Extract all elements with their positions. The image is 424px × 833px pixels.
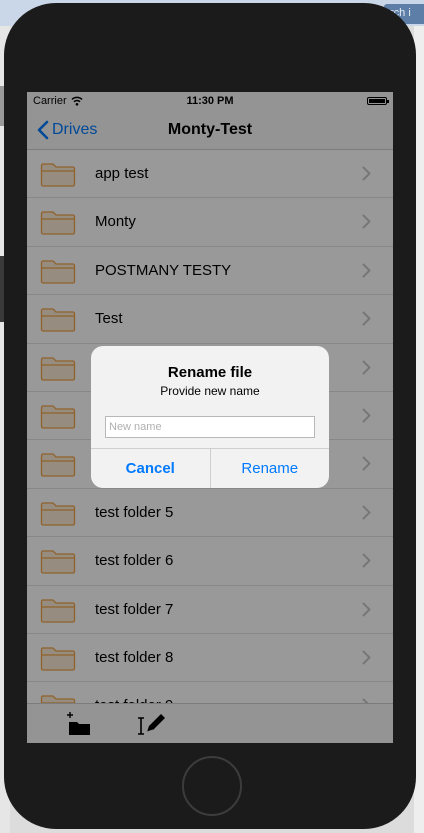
phone-screen: Carrier 11:30 PM Drives Monty-Test app t… bbox=[27, 92, 393, 743]
dialog-message: Provide new name bbox=[160, 384, 260, 398]
rename-dialog: Rename file Provide new name Cancel Rena… bbox=[91, 346, 329, 488]
new-name-input[interactable] bbox=[105, 416, 315, 438]
cancel-button[interactable]: Cancel bbox=[91, 449, 210, 488]
dialog-title: Rename file bbox=[167, 364, 253, 381]
home-button[interactable] bbox=[182, 756, 242, 816]
rename-confirm-button[interactable]: Rename bbox=[209, 449, 330, 488]
dialog-buttons: Cancel Rename bbox=[91, 448, 329, 488]
